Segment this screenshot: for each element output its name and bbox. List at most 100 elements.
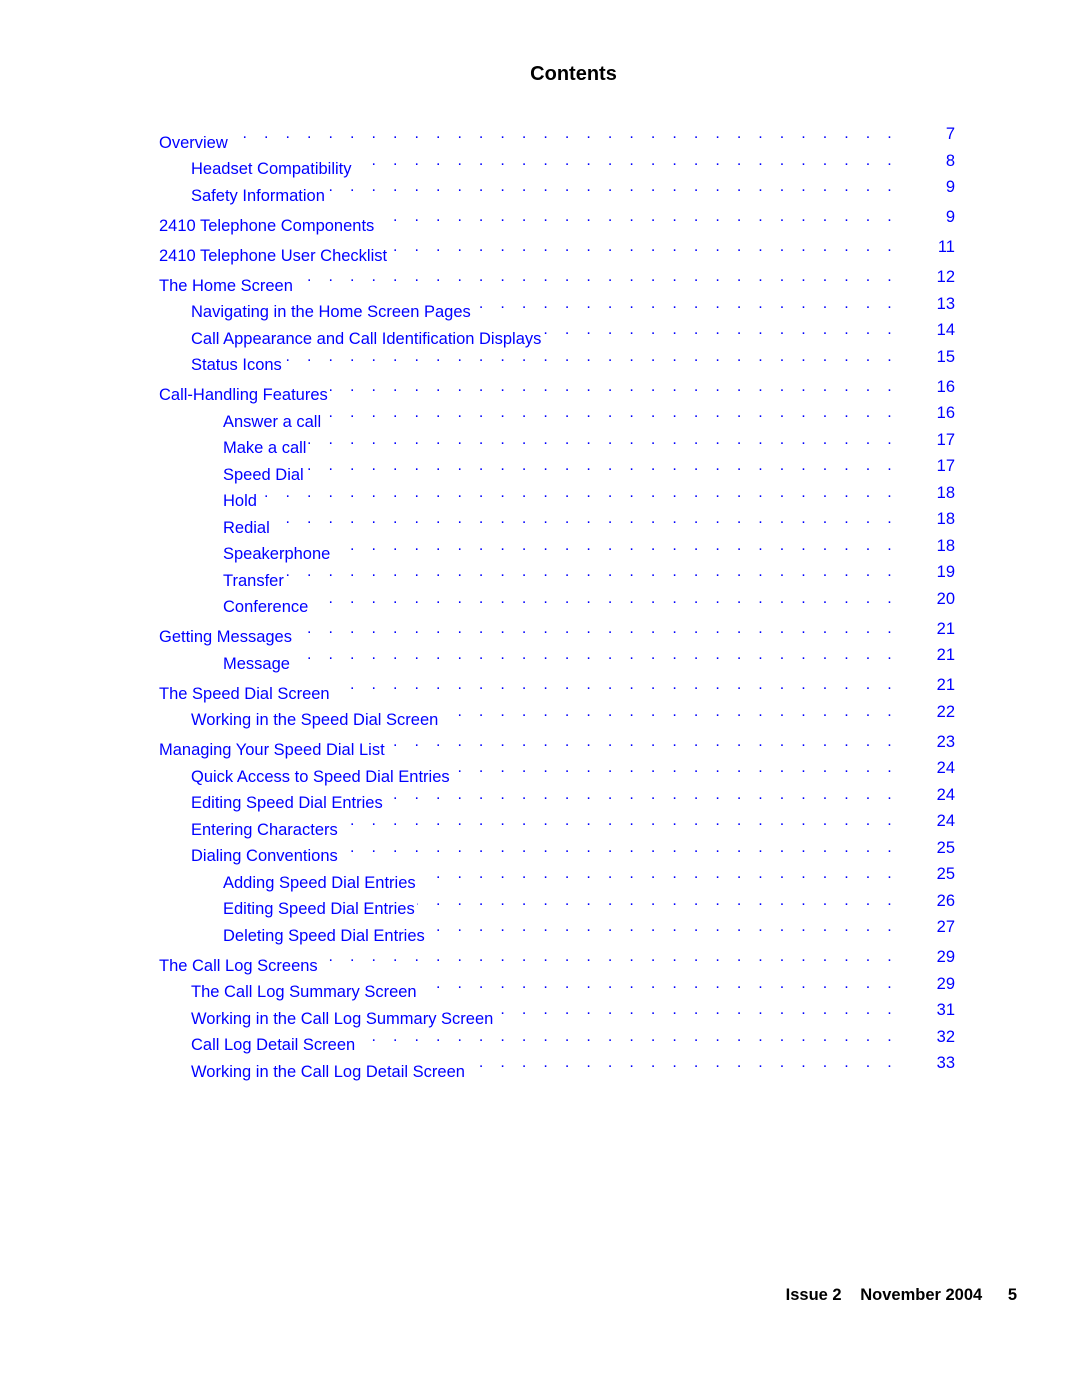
- toc-entry-title[interactable]: Deleting Speed Dial Entries: [223, 922, 427, 949]
- toc-entry-title[interactable]: Getting Messages: [159, 624, 294, 651]
- footer-issue: Issue 2: [785, 1286, 842, 1304]
- toc-entry-page[interactable]: 9: [915, 204, 955, 231]
- toc-entry-page[interactable]: 12: [915, 264, 955, 291]
- dot-leader: [340, 835, 955, 862]
- toc-entry-title[interactable]: Redial: [223, 514, 272, 541]
- toc-entry-page[interactable]: 23: [915, 729, 955, 756]
- toc-entry-page[interactable]: 13: [915, 291, 955, 318]
- toc-entry-page[interactable]: 26: [915, 888, 955, 915]
- toc-entry-title[interactable]: Make a call: [223, 435, 309, 462]
- toc-entry-page[interactable]: 20: [915, 586, 955, 613]
- toc-entry-page[interactable]: 24: [915, 755, 955, 782]
- toc-entry-title[interactable]: 2410 Telephone Components: [159, 212, 377, 239]
- dot-leader: [418, 861, 955, 888]
- dot-leader: [286, 559, 955, 586]
- dot-leader: [292, 642, 955, 669]
- toc-entry-page[interactable]: 21: [915, 642, 955, 669]
- toc-entry-page[interactable]: 25: [915, 835, 955, 862]
- dot-leader: [323, 400, 955, 427]
- toc-entry-title[interactable]: Hold: [223, 488, 259, 515]
- toc-entry[interactable]: Redial 18: [159, 506, 955, 541]
- toc-entry-title[interactable]: Speed Dial: [223, 461, 306, 488]
- toc-entry-title[interactable]: The Speed Dial Screen: [159, 680, 332, 707]
- toc-entry-title[interactable]: Speakerphone: [223, 541, 333, 568]
- toc-entry-title[interactable]: Call-Handling Features: [159, 382, 330, 409]
- toc-entry-page[interactable]: 9: [915, 174, 955, 201]
- toc-entry-page[interactable]: 29: [915, 944, 955, 971]
- toc-entry[interactable]: Overview 7: [159, 121, 955, 156]
- dot-leader: [376, 204, 955, 231]
- toc-entry-page[interactable]: 19: [915, 559, 955, 586]
- toc-entry-title[interactable]: Managing Your Speed Dial List: [159, 737, 387, 764]
- toc-entry-title[interactable]: Working in the Speed Dial Screen: [191, 707, 441, 734]
- toc-entry-page[interactable]: 18: [915, 533, 955, 560]
- toc-entry-page[interactable]: 15: [915, 344, 955, 371]
- dot-leader: [385, 782, 955, 809]
- toc-entry-title[interactable]: Message: [223, 650, 292, 677]
- dot-leader: [389, 234, 955, 261]
- toc-entry[interactable]: Speakerphone 18: [159, 533, 955, 568]
- dot-leader: [354, 148, 956, 175]
- toc-entry-title[interactable]: Overview: [159, 129, 230, 156]
- toc-entry-page[interactable]: 29: [915, 971, 955, 998]
- dot-leader: [272, 506, 955, 533]
- toc-entry-title[interactable]: Conference: [223, 594, 311, 621]
- footer-date: November 2004: [860, 1286, 983, 1304]
- toc-entry-page[interactable]: 11: [915, 234, 955, 261]
- dot-leader: [467, 1050, 955, 1077]
- toc-entry-page[interactable]: 31: [915, 997, 955, 1024]
- toc-entry-page[interactable]: 17: [915, 453, 955, 480]
- toc-entry-page[interactable]: 21: [915, 672, 955, 699]
- toc-entry-page[interactable]: 24: [915, 808, 955, 835]
- toc-entry-title[interactable]: Quick Access to Speed Dial Entries: [191, 763, 452, 790]
- toc-entry-page[interactable]: 16: [915, 400, 955, 427]
- toc-entry-page[interactable]: 18: [915, 480, 955, 507]
- toc-entry-title[interactable]: The Call Log Screens: [159, 952, 320, 979]
- toc-entry-title[interactable]: Dialing Conventions: [191, 843, 340, 870]
- toc-entry-title[interactable]: Status Icons: [191, 352, 284, 379]
- toc-entry-title[interactable]: Call Appearance and Call Identification …: [191, 325, 544, 352]
- toc-entry-page[interactable]: 7: [915, 121, 955, 148]
- toc-entry-title[interactable]: Editing Speed Dial Entries: [191, 790, 385, 817]
- toc-entry-page[interactable]: 27: [915, 914, 955, 941]
- toc-entry-title[interactable]: Call Log Detail Screen: [191, 1032, 358, 1059]
- toc-entry[interactable]: Headset Compatibility 8: [159, 148, 956, 183]
- dot-leader: [473, 291, 955, 318]
- dot-leader: [495, 997, 955, 1024]
- dot-leader: [332, 672, 955, 699]
- toc-entry-title[interactable]: Transfer: [223, 567, 286, 594]
- dot-leader: [310, 586, 955, 613]
- dot-leader: [440, 699, 955, 726]
- toc-entry-title[interactable]: Headset Compatibility: [191, 156, 354, 183]
- toc-entry-title[interactable]: Working in the Call Log Summary Screen: [191, 1005, 496, 1032]
- toc-entry-page[interactable]: 17: [915, 427, 955, 454]
- dot-leader: [306, 453, 955, 480]
- toc-entry-page[interactable]: 21: [915, 616, 955, 643]
- toc-entry-page[interactable]: 24: [915, 782, 955, 809]
- toc-entry-page[interactable]: 14: [915, 317, 955, 344]
- dot-leader: [332, 533, 955, 560]
- toc-entry-page[interactable]: 16: [915, 374, 955, 401]
- dot-leader: [230, 121, 955, 148]
- toc-entry-page[interactable]: 32: [915, 1024, 955, 1051]
- toc-entry-title[interactable]: Safety Information: [191, 182, 327, 209]
- toc-entry-title[interactable]: Answer a call: [223, 408, 324, 435]
- toc-entry-page[interactable]: 22: [915, 699, 955, 726]
- toc-entry-page[interactable]: 8: [915, 148, 955, 175]
- dot-leader: [330, 374, 955, 401]
- dot-leader: [452, 755, 955, 782]
- dot-leader: [294, 616, 955, 643]
- toc-entry-page[interactable]: 18: [915, 506, 955, 533]
- toc-entry-title[interactable]: Adding Speed Dial Entries: [223, 869, 418, 896]
- dot-leader: [340, 808, 955, 835]
- toc-entry-title[interactable]: Entering Characters: [191, 816, 340, 843]
- toc-entry-title[interactable]: Editing Speed Dial Entries: [223, 896, 417, 923]
- dot-leader: [427, 914, 955, 941]
- toc-entry-page[interactable]: 33: [915, 1050, 955, 1077]
- toc-entry-title[interactable]: The Call Log Summary Screen: [191, 979, 419, 1006]
- toc-entry-title[interactable]: 2410 Telephone User Checklist: [159, 242, 390, 269]
- toc-entry-title[interactable]: Navigating in the Home Screen Pages: [191, 299, 473, 326]
- toc-entry-title[interactable]: The Home Screen: [159, 272, 295, 299]
- toc-entry-title[interactable]: Working in the Call Log Detail Screen: [191, 1058, 467, 1085]
- toc-entry-page[interactable]: 25: [915, 861, 955, 888]
